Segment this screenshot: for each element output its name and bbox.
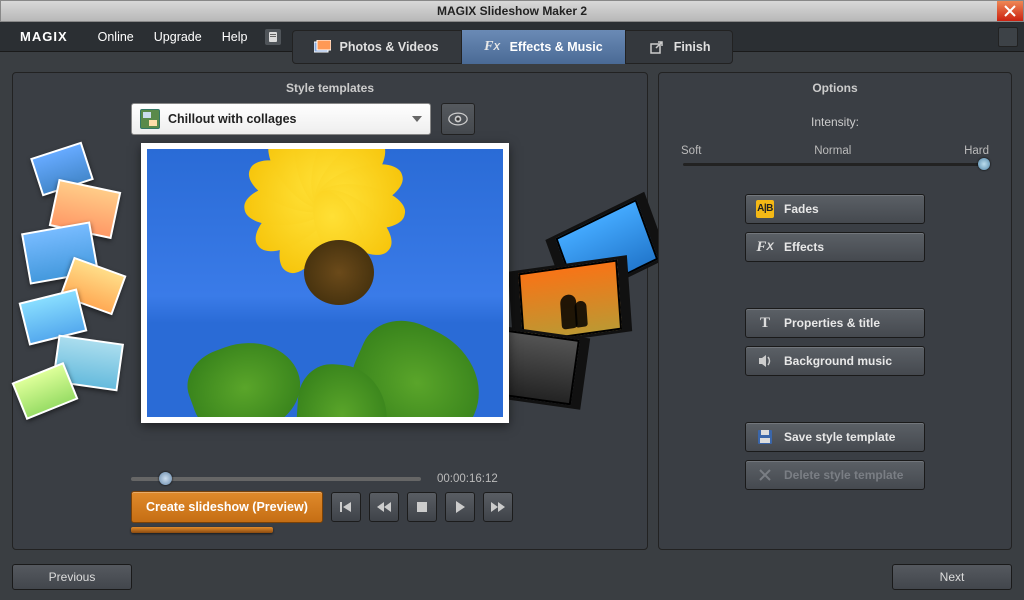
- button-label: Effects: [784, 240, 824, 254]
- speaker-icon: [756, 352, 774, 370]
- chevron-down-icon: [412, 116, 422, 122]
- arrow-out-icon: [648, 39, 665, 56]
- tab-effects-music[interactable]: FX Effects & Music: [462, 30, 626, 64]
- play-button[interactable]: [445, 492, 475, 522]
- tab-photos-videos[interactable]: Photos & Videos: [292, 30, 462, 64]
- effects-button[interactable]: FX Effects: [745, 232, 925, 262]
- preview-frame: [141, 143, 509, 423]
- intensity-normal-label: Normal: [814, 145, 851, 157]
- preview-image: [147, 149, 503, 417]
- tab-label: Effects & Music: [510, 40, 603, 54]
- timeline-slider[interactable]: [131, 477, 421, 481]
- stop-button[interactable]: [407, 492, 437, 522]
- create-slideshow-label: Create slideshow (Preview): [146, 500, 308, 514]
- template-selected-label: Chillout with collages: [168, 112, 296, 126]
- intensity-tick-labels: Soft Normal Hard: [681, 145, 989, 157]
- tab-label: Finish: [674, 40, 711, 54]
- skip-start-button[interactable]: [331, 492, 361, 522]
- fades-button[interactable]: A|B Fades: [745, 194, 925, 224]
- decorative-photo-scatter: [17, 141, 157, 421]
- title-icon: T: [756, 314, 774, 332]
- intensity-hard-label: Hard: [964, 145, 989, 157]
- panel-title: Options: [659, 73, 1011, 99]
- timecode: 00:00:16:12: [437, 473, 498, 485]
- save-style-template-button[interactable]: Save style template: [745, 422, 925, 452]
- timeline-knob[interactable]: [159, 472, 172, 485]
- fades-icon: A|B: [756, 200, 774, 218]
- button-label: Properties & title: [784, 316, 880, 330]
- options-panel: Options Intensity: Soft Normal Hard A|B …: [658, 72, 1012, 550]
- intensity-slider[interactable]: [683, 163, 987, 166]
- window-title: MAGIX Slideshow Maker 2: [437, 4, 587, 18]
- stop-icon: [416, 501, 428, 513]
- close-icon: [1004, 5, 1016, 17]
- delete-icon: [756, 466, 774, 484]
- render-progress: [131, 527, 273, 533]
- button-label: Background music: [784, 354, 892, 368]
- fx-icon: FX: [756, 238, 774, 256]
- create-slideshow-button[interactable]: Create slideshow (Preview): [131, 491, 323, 523]
- button-label: Save style template: [784, 430, 895, 444]
- collage-icon: [140, 109, 160, 129]
- skip-start-icon: [339, 500, 353, 514]
- tab-finish[interactable]: Finish: [626, 30, 733, 64]
- rewind-icon: [376, 500, 392, 514]
- intensity-soft-label: Soft: [681, 145, 701, 157]
- template-dropdown[interactable]: Chillout with collages: [131, 103, 431, 135]
- fast-forward-button[interactable]: [483, 492, 513, 522]
- rewind-button[interactable]: [369, 492, 399, 522]
- background-music-button[interactable]: Background music: [745, 346, 925, 376]
- style-templates-panel: Style templates Chillout with collages: [12, 72, 648, 550]
- properties-title-button[interactable]: T Properties & title: [745, 308, 925, 338]
- preview-template-button[interactable]: [441, 103, 475, 135]
- tab-label: Photos & Videos: [340, 40, 439, 54]
- button-label: Delete style template: [784, 468, 903, 482]
- play-icon: [454, 500, 466, 514]
- delete-style-template-button: Delete style template: [745, 460, 925, 490]
- save-icon: [756, 428, 774, 446]
- titlebar: MAGIX Slideshow Maker 2: [0, 0, 1024, 22]
- intensity-heading: Intensity:: [677, 115, 993, 129]
- button-label: Fades: [784, 202, 819, 216]
- preview-area: [25, 145, 647, 441]
- panel-title: Style templates: [13, 73, 647, 99]
- tabbar: Photos & Videos FX Effects & Music Finis…: [0, 30, 1024, 74]
- intensity-knob[interactable]: [978, 158, 990, 170]
- fast-forward-icon: [490, 500, 506, 514]
- fx-icon: FX: [484, 39, 501, 56]
- close-button[interactable]: [997, 1, 1023, 21]
- eye-icon: [448, 112, 468, 126]
- photos-icon: [314, 39, 331, 56]
- next-button[interactable]: Next: [892, 564, 1012, 590]
- previous-button[interactable]: Previous: [12, 564, 132, 590]
